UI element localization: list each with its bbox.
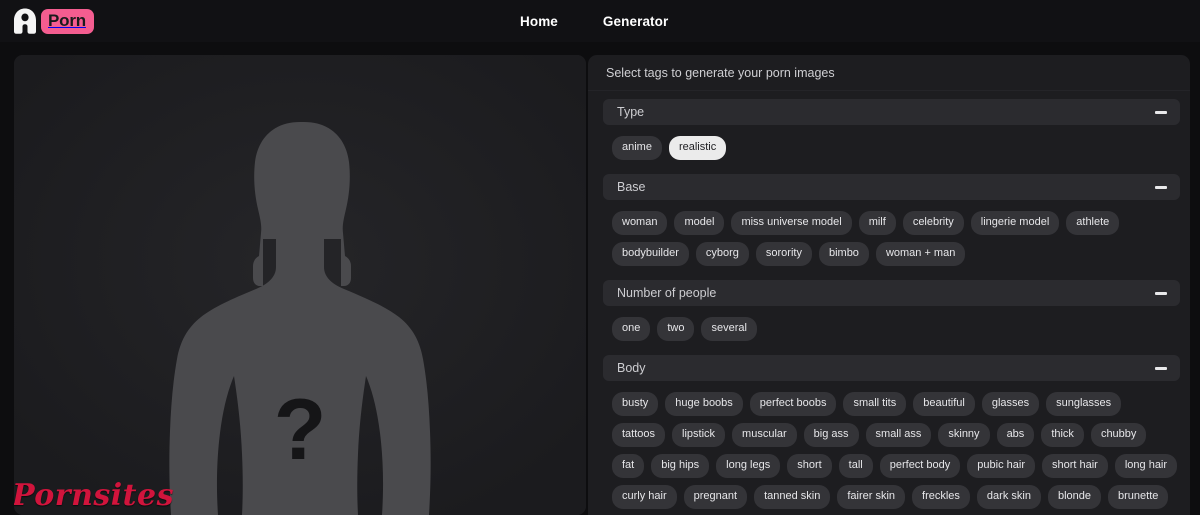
section-type: Type anime realistic <box>603 99 1180 170</box>
main-content: ? Pornsites Select tags to generate your… <box>0 42 1200 500</box>
tag-chubby[interactable]: chubby <box>1091 423 1146 447</box>
section-label: Base <box>617 180 646 194</box>
tag-small-ass[interactable]: small ass <box>866 423 932 447</box>
tag-sunglasses[interactable]: sunglasses <box>1046 392 1121 416</box>
brand-logo[interactable]: Porn <box>12 6 94 36</box>
tag-list-body: busty huge boobs perfect boobs small tit… <box>603 392 1180 515</box>
brand-wordmark: Porn <box>41 9 94 34</box>
tag-miss-universe-model[interactable]: miss universe model <box>731 211 851 235</box>
tag-long-hair[interactable]: long hair <box>1115 454 1177 478</box>
tag-blonde[interactable]: blonde <box>1048 485 1101 509</box>
tag-sections-scroll-area[interactable]: Type anime realistic Base woman model mi… <box>588 91 1190 515</box>
watermark: Pornsites <box>14 478 174 513</box>
tag-thick[interactable]: thick <box>1041 423 1084 447</box>
tag-small-tits[interactable]: small tits <box>843 392 906 416</box>
a-logo-icon <box>12 7 38 35</box>
tag-freckles[interactable]: freckles <box>912 485 970 509</box>
tag-dark-skin[interactable]: dark skin <box>977 485 1041 509</box>
tag-fat[interactable]: fat <box>612 454 644 478</box>
tag-list-number-of-people: one two several <box>603 317 1180 351</box>
tag-several[interactable]: several <box>701 317 756 341</box>
top-navigation-bar: Porn Home Generator <box>0 0 1200 42</box>
nav-links: Home Generator <box>520 0 668 42</box>
tag-glasses[interactable]: glasses <box>982 392 1039 416</box>
female-silhouette-placeholder: ? <box>14 55 586 515</box>
minus-icon[interactable] <box>1155 111 1167 114</box>
tag-abs[interactable]: abs <box>997 423 1035 447</box>
section-number-of-people: Number of people one two several <box>603 280 1180 351</box>
section-base: Base woman model miss universe model mil… <box>603 174 1180 276</box>
tag-milf[interactable]: milf <box>859 211 896 235</box>
tag-perfect-boobs[interactable]: perfect boobs <box>750 392 837 416</box>
tag-bodybuilder[interactable]: bodybuilder <box>612 242 689 266</box>
tag-skinny[interactable]: skinny <box>938 423 989 447</box>
section-body: Body busty huge boobs perfect boobs smal… <box>603 355 1180 515</box>
tag-fairer-skin[interactable]: fairer skin <box>837 485 905 509</box>
tag-list-base: woman model miss universe model milf cel… <box>603 211 1180 276</box>
tag-huge-boobs[interactable]: huge boobs <box>665 392 743 416</box>
tag-athlete[interactable]: athlete <box>1066 211 1119 235</box>
tag-cyborg[interactable]: cyborg <box>696 242 749 266</box>
tag-big-ass[interactable]: big ass <box>804 423 859 447</box>
tag-lingerie-model[interactable]: lingerie model <box>971 211 1059 235</box>
tag-panel-title: Select tags to generate your porn images <box>588 55 1190 91</box>
section-header-body[interactable]: Body <box>603 355 1180 381</box>
section-header-number-of-people[interactable]: Number of people <box>603 280 1180 306</box>
tag-selector-panel: Select tags to generate your porn images… <box>588 55 1190 515</box>
tag-two[interactable]: two <box>657 317 694 341</box>
section-label: Number of people <box>617 286 716 300</box>
tag-realistic[interactable]: realistic <box>669 136 726 160</box>
tag-beautiful[interactable]: beautiful <box>913 392 975 416</box>
tag-sorority[interactable]: sorority <box>756 242 812 266</box>
tag-big-hips[interactable]: big hips <box>651 454 709 478</box>
image-preview-panel[interactable]: ? Pornsites <box>14 55 586 515</box>
tag-woman-plus-man[interactable]: woman + man <box>876 242 965 266</box>
tag-woman[interactable]: woman <box>612 211 667 235</box>
tag-brunette[interactable]: brunette <box>1108 485 1168 509</box>
tag-tattoos[interactable]: tattoos <box>612 423 665 447</box>
tag-short[interactable]: short <box>787 454 831 478</box>
tag-perfect-body[interactable]: perfect body <box>880 454 961 478</box>
tag-pubic-hair[interactable]: pubic hair <box>967 454 1035 478</box>
tag-celebrity[interactable]: celebrity <box>903 211 964 235</box>
minus-icon[interactable] <box>1155 367 1167 370</box>
tag-short-hair[interactable]: short hair <box>1042 454 1108 478</box>
tag-long-legs[interactable]: long legs <box>716 454 780 478</box>
section-label: Body <box>617 361 646 375</box>
svg-text:?: ? <box>274 382 327 478</box>
section-header-base[interactable]: Base <box>603 174 1180 200</box>
minus-icon[interactable] <box>1155 186 1167 189</box>
section-label: Type <box>617 105 644 119</box>
tag-model[interactable]: model <box>674 211 724 235</box>
tag-lipstick[interactable]: lipstick <box>672 423 725 447</box>
tag-list-type: anime realistic <box>603 136 1180 170</box>
tag-pregnant[interactable]: pregnant <box>684 485 747 509</box>
section-header-type[interactable]: Type <box>603 99 1180 125</box>
tag-bimbo[interactable]: bimbo <box>819 242 869 266</box>
nav-link-generator[interactable]: Generator <box>603 14 668 29</box>
tag-busty[interactable]: busty <box>612 392 658 416</box>
tag-anime[interactable]: anime <box>612 136 662 160</box>
minus-icon[interactable] <box>1155 292 1167 295</box>
tag-tanned-skin[interactable]: tanned skin <box>754 485 830 509</box>
tag-one[interactable]: one <box>612 317 650 341</box>
tag-curly-hair[interactable]: curly hair <box>612 485 677 509</box>
tag-muscular[interactable]: muscular <box>732 423 797 447</box>
nav-link-home[interactable]: Home <box>520 14 558 29</box>
tag-tall[interactable]: tall <box>839 454 873 478</box>
